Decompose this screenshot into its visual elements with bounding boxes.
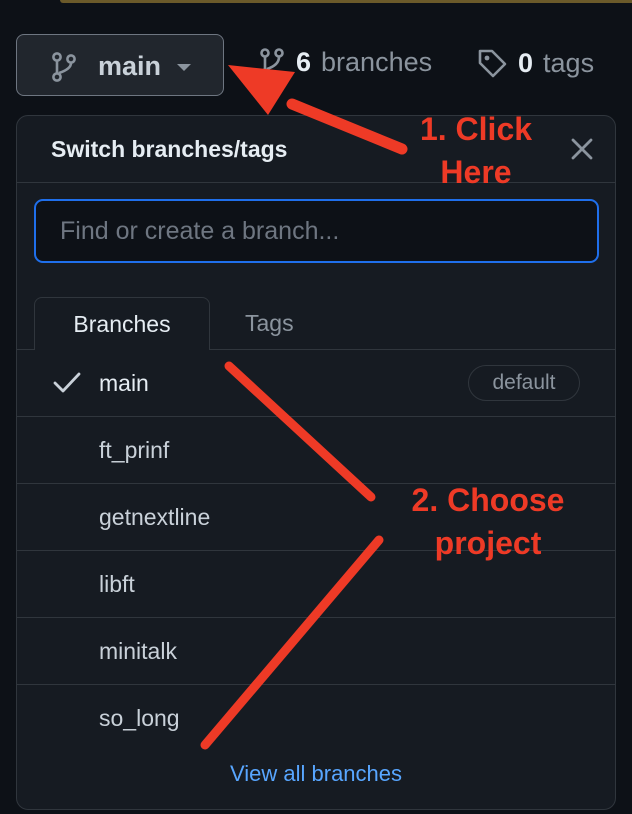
branch-item[interactable]: so_long: [17, 685, 615, 751]
branch-item[interactable]: minitalk: [17, 618, 615, 685]
tab-tags[interactable]: Tags: [245, 297, 294, 350]
top-accent-border: [60, 0, 632, 3]
branch-switcher-dropdown: Switch branches/tags Branches Tags main …: [16, 115, 616, 810]
branches-count-link[interactable]: 6 branches: [258, 47, 432, 78]
branch-item-main[interactable]: main default: [17, 350, 615, 417]
tags-word: tags: [543, 47, 595, 78]
branch-name: minitalk: [99, 638, 177, 664]
check-icon: [53, 372, 81, 393]
dropdown-title: Switch branches/tags: [51, 136, 288, 162]
branch-name: libft: [99, 571, 135, 597]
branch-name: so_long: [99, 705, 180, 731]
chevron-down-icon: [177, 64, 191, 71]
annotation-step-2: 2. Choose project: [398, 479, 578, 565]
annotation-step-1-line-1: 1. Click: [419, 111, 533, 147]
tags-count-link[interactable]: 0 tags: [476, 47, 594, 79]
annotation-step-2-line-1: 2. Choose: [411, 482, 565, 518]
git-branch-icon: [52, 52, 76, 82]
branches-count: 6: [296, 47, 312, 77]
current-branch-label: main: [98, 51, 162, 81]
view-all-branches-link[interactable]: View all branches: [17, 761, 615, 787]
tag-icon: [478, 49, 507, 78]
branch-filter-input[interactable]: [34, 199, 599, 263]
annotation-step-2-line-2: project: [434, 525, 542, 561]
branch-name: ft_prinf: [99, 437, 170, 463]
branches-word: branches: [321, 47, 433, 77]
annotation-step-1: 1. Click Here: [398, 108, 554, 194]
branch-item[interactable]: ft_prinf: [17, 417, 615, 484]
branch-name: main: [99, 370, 149, 396]
tab-branches[interactable]: Branches: [34, 297, 210, 350]
git-branch-icon: [260, 47, 284, 78]
branch-select-button[interactable]: main: [16, 34, 224, 96]
close-icon[interactable]: [569, 136, 595, 162]
default-badge: default: [468, 365, 580, 401]
tags-count: 0: [518, 47, 534, 78]
annotation-step-1-line-2: Here: [440, 154, 512, 190]
branch-name: getnextline: [99, 504, 211, 530]
